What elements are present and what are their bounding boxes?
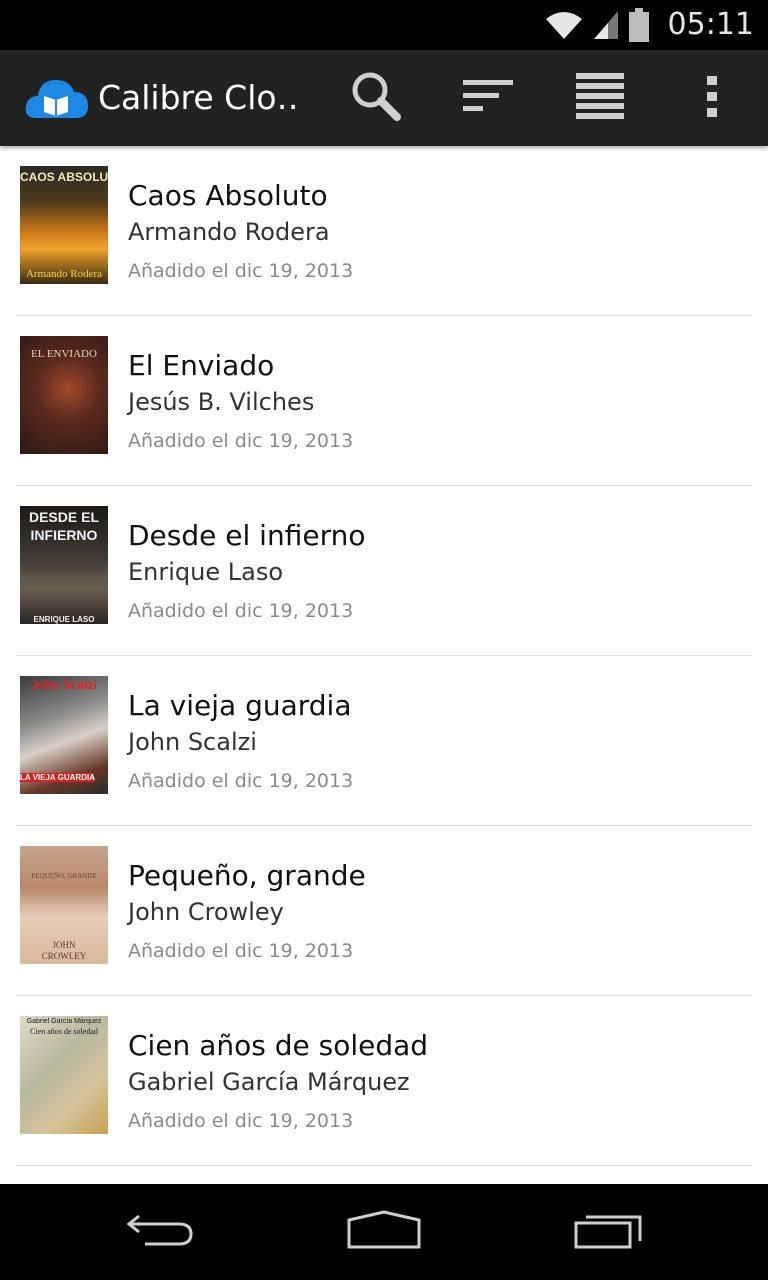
sort-button[interactable] (440, 50, 536, 146)
book-author: Jesús B. Vilches (128, 388, 315, 416)
signal-icon (592, 9, 620, 45)
navigation-bar (0, 1184, 768, 1280)
status-icons (544, 8, 650, 46)
book-author: Gabriel García Márquez (128, 1068, 410, 1096)
cover-title: DESDE EL INFIERNO (28, 509, 99, 543)
search-icon (348, 68, 404, 128)
book-title: Desde el infierno (128, 519, 366, 552)
app-title: Calibre Clo… (98, 78, 298, 117)
book-title: Caos Absoluto (128, 179, 328, 212)
book-title: Cien años de soledad (128, 1029, 429, 1062)
back-button[interactable] (90, 1184, 230, 1280)
book-cover: Gabriel García Márquez Cien años de sole… (20, 1016, 108, 1134)
cover-author: JOHN CROWLEY (41, 940, 87, 961)
cover-title: John Scalzi (30, 678, 98, 692)
list-view-icon (575, 71, 625, 125)
overflow-menu-button[interactable] (664, 50, 760, 146)
book-item[interactable]: EL ENVIADO El Enviado Jesús B. Vilches A… (0, 316, 768, 486)
battery-icon (628, 8, 650, 46)
book-author: John Scalzi (128, 728, 257, 756)
book-list: CAOS ABSOLUTO Armando Rodera Caos Absolu… (0, 146, 768, 1166)
cover-title: PEQUEÑO, GRANDE (31, 872, 97, 880)
status-bar: 05:11 (0, 0, 768, 50)
book-cover: EL ENVIADO (20, 336, 108, 454)
book-cover: John Scalzi LA VIEJA GUARDIA (20, 676, 108, 794)
book-cover: DESDE EL INFIERNO ENRIQUE LASO (20, 506, 108, 624)
sort-icon (461, 76, 515, 120)
book-author: Armando Rodera (128, 218, 330, 246)
book-item[interactable]: Gabriel García Márquez Cien años de sole… (0, 996, 768, 1166)
overflow-menu-icon (705, 74, 719, 122)
book-author: Enrique Laso (128, 558, 284, 586)
search-button[interactable] (328, 50, 424, 146)
home-button[interactable] (314, 1184, 454, 1280)
book-cover: CAOS ABSOLUTO Armando Rodera (20, 166, 108, 284)
back-icon (125, 1212, 195, 1252)
book-author: John Crowley (128, 898, 284, 926)
status-time: 05:11 (667, 7, 754, 42)
cover-title: Cien años de soledad (30, 1027, 98, 1036)
book-added-date: Añadido el dic 19, 2013 (128, 600, 354, 622)
book-cover: PEQUEÑO, GRANDE JOHN CROWLEY (20, 846, 108, 964)
recent-apps-icon (574, 1211, 646, 1253)
book-added-date: Añadido el dic 19, 2013 (128, 940, 354, 962)
app-logo-icon[interactable] (24, 74, 90, 122)
book-title: La vieja guardia (128, 689, 352, 722)
cover-author: Gabriel García Márquez (26, 1018, 102, 1025)
cover-title: CAOS ABSOLUTO (20, 170, 108, 184)
cover-author: ENRIQUE LASO (33, 615, 95, 624)
action-bar: Calibre Clo… (0, 50, 768, 146)
book-added-date: Añadido el dic 19, 2013 (128, 260, 354, 282)
book-item[interactable]: John Scalzi LA VIEJA GUARDIA La vieja gu… (0, 656, 768, 826)
book-item[interactable]: CAOS ABSOLUTO Armando Rodera Caos Absolu… (0, 146, 768, 316)
book-item[interactable]: DESDE EL INFIERNO ENRIQUE LASO Desde el … (0, 486, 768, 656)
book-title: El Enviado (128, 349, 275, 382)
divider (16, 1165, 752, 1166)
wifi-icon (544, 9, 584, 45)
cover-series: LA VIEJA GUARDIA (20, 773, 95, 782)
home-icon (346, 1210, 422, 1254)
book-title: Pequeño, grande (128, 859, 366, 892)
recent-apps-button[interactable] (540, 1184, 680, 1280)
cover-title: EL ENVIADO (31, 348, 97, 360)
book-added-date: Añadido el dic 19, 2013 (128, 770, 354, 792)
list-view-button[interactable] (552, 50, 648, 146)
book-added-date: Añadido el dic 19, 2013 (128, 1110, 354, 1132)
cover-author: Armando Rodera (25, 268, 103, 280)
book-added-date: Añadido el dic 19, 2013 (128, 430, 354, 452)
book-item[interactable]: PEQUEÑO, GRANDE JOHN CROWLEY Pequeño, gr… (0, 826, 768, 996)
